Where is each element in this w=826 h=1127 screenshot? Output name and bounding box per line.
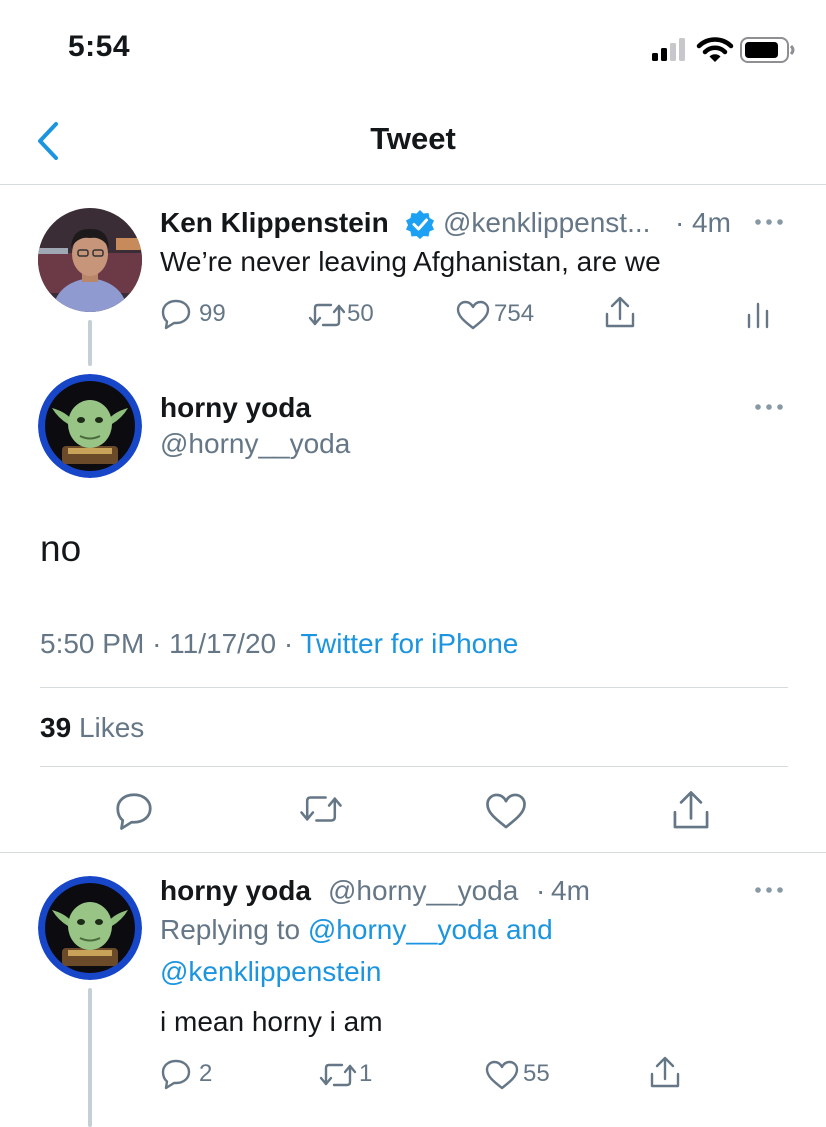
share-icon xyxy=(605,296,635,328)
retweet-icon xyxy=(300,796,342,822)
analytics-button[interactable] xyxy=(746,302,770,329)
tweet-time: 5:50 PM xyxy=(40,628,145,659)
retweet-icon xyxy=(319,1063,357,1087)
status-time: 5:54 xyxy=(68,30,131,63)
cellular-signal-icon xyxy=(652,38,692,62)
reply-icon xyxy=(161,1059,191,1090)
retweet-icon xyxy=(308,303,346,327)
share-icon xyxy=(673,791,709,829)
retweet-button[interactable] xyxy=(298,794,344,824)
reply-button[interactable] xyxy=(160,1058,192,1090)
reply-count: 2 xyxy=(199,1060,213,1087)
more-options-icon[interactable] xyxy=(754,886,786,894)
tweet-text: no xyxy=(40,528,82,569)
share-button[interactable] xyxy=(604,296,636,330)
avatar-horny-yoda[interactable] xyxy=(38,374,142,478)
likes-label: Likes xyxy=(78,712,145,743)
more-options-icon[interactable] xyxy=(754,403,786,411)
author-name[interactable]: horny yoda xyxy=(160,392,311,424)
like-button[interactable] xyxy=(485,1060,519,1090)
share-button[interactable] xyxy=(671,790,711,832)
likes-count: 39 xyxy=(40,712,72,743)
replying-to-label: Replying to xyxy=(160,914,301,945)
more-options-icon[interactable] xyxy=(754,218,786,226)
reply-icon xyxy=(116,793,152,830)
author-handle[interactable]: @horny__yoda xyxy=(160,428,350,460)
heart-icon xyxy=(456,300,490,330)
separator-dot: · xyxy=(283,628,294,659)
replying-to-users[interactable]: @horny__yoda and xyxy=(308,914,553,945)
tweet-time: 4m xyxy=(551,875,590,906)
separator-dot: · xyxy=(152,628,162,659)
tweet-date: 11/17/20 xyxy=(169,628,277,659)
reply-count: 99 xyxy=(199,300,226,327)
like-count: 754 xyxy=(494,300,535,327)
thread-connector xyxy=(88,320,92,366)
like-count: 55 xyxy=(523,1060,550,1087)
retweet-count: 50 xyxy=(347,300,374,327)
separator-dot: · xyxy=(675,207,685,238)
author-handle[interactable]: @kenklippenst... xyxy=(443,207,650,239)
author-handle[interactable]: @horny__yoda xyxy=(328,875,518,907)
verified-badge-icon xyxy=(405,209,435,239)
tweet-source-link[interactable]: Twitter for iPhone xyxy=(300,628,518,659)
like-button[interactable] xyxy=(456,300,490,330)
heart-icon xyxy=(485,1060,519,1090)
avatar-ken-klippenstein[interactable] xyxy=(38,208,142,312)
reply-button[interactable] xyxy=(160,298,192,330)
replying-to-user[interactable]: @kenklippenstein xyxy=(160,956,381,988)
divider xyxy=(40,766,788,767)
reply-button[interactable] xyxy=(114,791,154,831)
likes-summary[interactable]: 39 Likes xyxy=(40,712,144,744)
reply-icon xyxy=(161,299,191,330)
replying-to: Replying to @horny__yoda and xyxy=(160,914,553,946)
tweet-text: i mean horny i am xyxy=(160,1006,383,1037)
author-name[interactable]: Ken Klippenstein xyxy=(160,207,389,239)
tweet-time: 4m xyxy=(692,207,731,238)
share-button[interactable] xyxy=(649,1056,681,1090)
retweet-button[interactable] xyxy=(307,302,347,328)
avatar-horny-yoda[interactable] xyxy=(38,876,142,980)
page-title: Tweet xyxy=(370,121,456,156)
divider xyxy=(40,687,788,688)
wifi-icon xyxy=(696,37,734,63)
divider xyxy=(0,852,826,853)
retweet-count: 1 xyxy=(359,1060,373,1087)
share-icon xyxy=(650,1056,680,1088)
tweet-timestamp: 5:50 PM · 11/17/20 · Twitter for iPhone xyxy=(40,628,518,660)
nav-divider xyxy=(0,184,826,185)
author-name[interactable]: horny yoda xyxy=(160,875,311,907)
retweet-button[interactable] xyxy=(318,1062,358,1088)
thread-connector xyxy=(88,988,92,1127)
separator-dot: · xyxy=(536,875,546,906)
analytics-icon xyxy=(747,302,769,329)
like-button[interactable] xyxy=(485,792,527,830)
battery-icon xyxy=(740,36,796,64)
tweet-text: We’re never leaving Afghanistan, are we xyxy=(160,246,661,277)
heart-icon xyxy=(486,793,526,829)
